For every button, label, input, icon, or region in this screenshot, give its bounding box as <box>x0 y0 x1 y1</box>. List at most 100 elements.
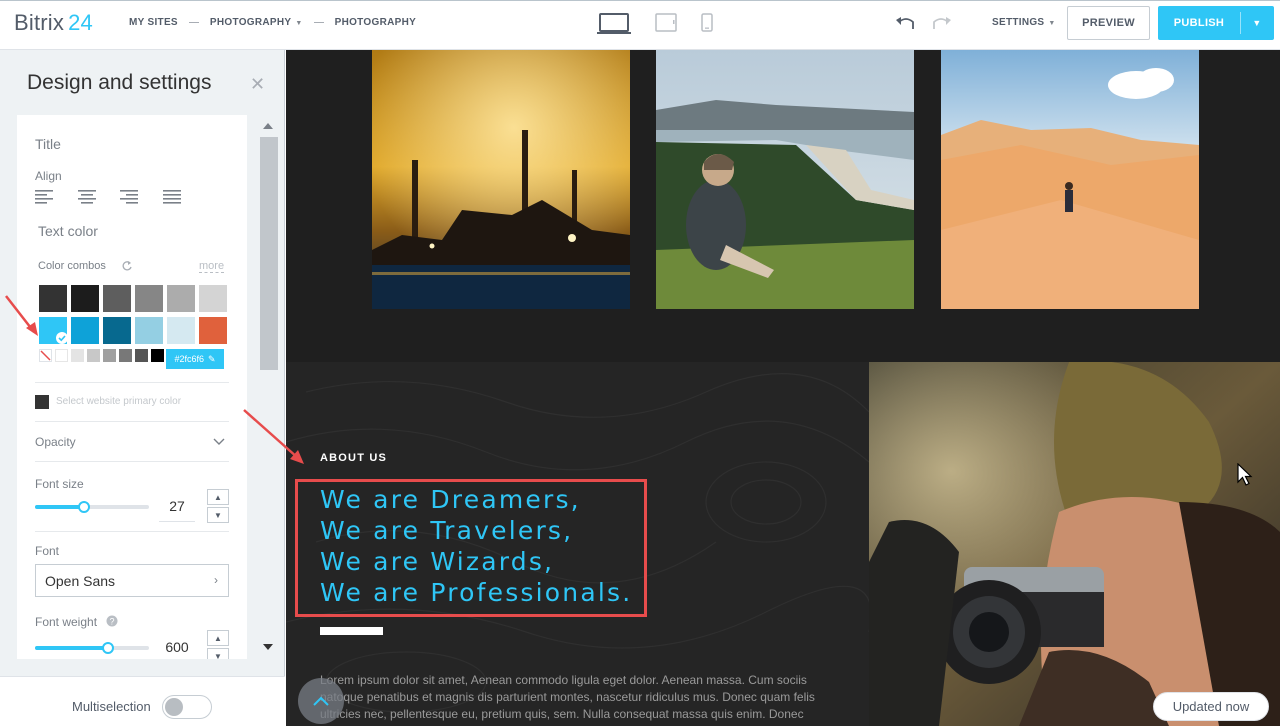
color-swatch[interactable] <box>167 317 195 344</box>
decrement-icon[interactable]: ▼ <box>207 507 229 523</box>
scroll-up-icon[interactable] <box>263 123 273 129</box>
font-weight-slider-knob[interactable] <box>102 642 114 654</box>
font-select[interactable]: Open Sans › <box>35 564 229 597</box>
brand-logo[interactable]: Bitrix 24 <box>14 10 93 36</box>
mini-swatch[interactable] <box>71 349 84 362</box>
font-value: Open Sans <box>45 573 116 589</box>
svg-text:?: ? <box>109 617 114 627</box>
font-weight-stepper[interactable]: ▲ ▼ <box>207 630 229 659</box>
divider <box>35 382 229 383</box>
reset-icon[interactable] <box>121 260 133 272</box>
settings-label: SETTINGS <box>992 17 1045 28</box>
divider <box>35 531 229 532</box>
color-combos-label: Color combos <box>38 260 106 272</box>
primary-color-label: Select website primary color <box>56 396 182 407</box>
align-label: Align <box>35 169 62 183</box>
gallery-photo-desert[interactable] <box>941 50 1199 309</box>
font-size-stepper[interactable]: ▲ ▼ <box>207 489 229 523</box>
scrollbar-thumb[interactable] <box>260 137 278 370</box>
align-left-icon[interactable] <box>35 190 55 204</box>
more-link[interactable]: more <box>199 260 225 273</box>
mouse-cursor-icon <box>1237 463 1253 486</box>
panel-footer: Multiselection <box>0 676 285 726</box>
font-size-label: Font size <box>35 477 84 491</box>
font-weight-label: Font weight <box>35 615 98 629</box>
opacity-label: Opacity <box>35 435 76 449</box>
panel-title: Design and settings <box>27 71 212 94</box>
breadcrumb-site[interactable]: PHOTOGRAPHY ▼ <box>210 17 303 28</box>
publish-label: PUBLISH <box>1173 17 1225 29</box>
hex-color-button[interactable]: #2fc6f6 ✎ <box>166 349 224 369</box>
align-center-icon[interactable] <box>78 190 98 204</box>
color-swatch[interactable] <box>199 317 227 344</box>
mini-swatch[interactable] <box>119 349 132 362</box>
chevron-right-icon: › <box>214 573 218 587</box>
increment-icon[interactable]: ▲ <box>207 630 229 646</box>
publish-button[interactable]: PUBLISH ▼ <box>1158 6 1274 40</box>
pencil-icon: ✎ <box>207 353 216 364</box>
mini-swatch[interactable] <box>135 349 148 362</box>
brand-name: Bitrix <box>14 10 65 35</box>
color-swatch-selected[interactable] <box>39 317 68 344</box>
breadcrumb-page[interactable]: PHOTOGRAPHY <box>335 17 416 28</box>
align-right-icon[interactable] <box>120 190 140 204</box>
toggle-knob <box>165 698 183 716</box>
align-justify-icon[interactable] <box>163 190 183 204</box>
tablet-icon[interactable] <box>655 13 677 33</box>
increment-icon[interactable]: ▲ <box>207 489 229 505</box>
redo-icon[interactable] <box>930 14 952 32</box>
mini-swatch[interactable] <box>87 349 100 362</box>
font-weight-value[interactable]: 600 <box>154 639 200 655</box>
publish-dropdown-icon[interactable]: ▼ <box>1240 6 1274 40</box>
close-icon[interactable]: ✕ <box>250 74 265 95</box>
multiselection-toggle[interactable] <box>162 695 212 719</box>
color-swatch[interactable] <box>71 317 99 344</box>
settings-button[interactable]: SETTINGS ▼ <box>992 17 1056 28</box>
color-swatch[interactable] <box>103 317 131 344</box>
divider <box>159 521 195 522</box>
brand-number: 24 <box>68 10 93 35</box>
preview-button[interactable]: PREVIEW <box>1067 6 1150 40</box>
scroll-to-top-button[interactable] <box>298 678 344 724</box>
mini-swatch[interactable] <box>103 349 116 362</box>
color-swatch[interactable] <box>135 317 163 344</box>
desktop-icon[interactable] <box>597 13 631 35</box>
help-icon[interactable]: ? <box>106 615 118 627</box>
check-icon <box>56 332 68 344</box>
mobile-icon[interactable] <box>701 13 713 33</box>
about-body-text[interactable]: Lorem ipsum dolor sit amet, Aenean commo… <box>320 672 832 726</box>
breadcrumb: MY SITES PHOTOGRAPHY ▼ PHOTOGRAPHY <box>129 17 416 28</box>
mini-swatch[interactable] <box>55 349 68 362</box>
text-color-label: Text color <box>38 223 98 239</box>
primary-color-checkbox[interactable] <box>35 395 49 409</box>
color-swatch[interactable] <box>71 285 99 312</box>
page-preview: ABOUT US We are Dreamers, We are Travele… <box>286 50 1280 726</box>
chevron-up-icon <box>313 696 329 706</box>
divider <box>35 421 229 422</box>
decrement-icon[interactable]: ▼ <box>207 648 229 659</box>
font-size-slider-fill <box>35 505 84 509</box>
color-swatch[interactable] <box>167 285 195 312</box>
photographer-photo[interactable] <box>869 362 1280 726</box>
breadcrumb-site-label: PHOTOGRAPHY <box>209 17 292 28</box>
color-swatch[interactable] <box>103 285 131 312</box>
design-settings-panel: Design and settings ✕ Title Align Text c… <box>0 50 285 726</box>
gallery-photo-coast[interactable] <box>656 50 914 309</box>
no-color-icon[interactable] <box>39 349 52 362</box>
font-size-value[interactable]: 27 <box>154 498 200 514</box>
gallery-photo-industrial[interactable] <box>372 50 630 309</box>
section-title: Title <box>35 136 61 152</box>
color-swatch[interactable] <box>199 285 227 312</box>
color-swatch[interactable] <box>135 285 163 312</box>
divider <box>35 461 229 462</box>
font-size-slider-knob[interactable] <box>78 501 90 513</box>
undo-icon[interactable] <box>895 14 917 32</box>
breadcrumb-my-sites[interactable]: MY SITES <box>129 17 178 28</box>
about-label[interactable]: ABOUT US <box>320 452 387 464</box>
color-swatch[interactable] <box>39 285 67 312</box>
chevron-down-icon[interactable] <box>213 438 225 446</box>
scroll-down-icon[interactable] <box>263 644 273 650</box>
top-bar: Bitrix 24 MY SITES PHOTOGRAPHY ▼ PHOTOGRAP… <box>0 0 1280 50</box>
mini-swatch[interactable] <box>151 349 164 362</box>
decorative-bar <box>320 627 383 635</box>
